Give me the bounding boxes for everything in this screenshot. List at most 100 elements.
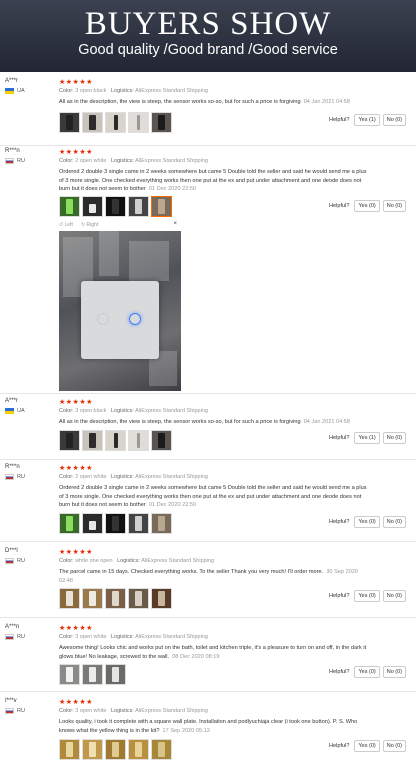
helpful-yes-button[interactable]: Yes (1) [354,114,380,126]
review-photo[interactable] [105,430,126,451]
review-country: RU [5,708,25,714]
helpful-yes-button[interactable]: Yes (0) [354,590,380,602]
touch-switch-panel [81,281,159,359]
ru-flag-icon [5,708,14,714]
review-country: RU [5,474,25,480]
review-photo[interactable] [59,112,80,133]
ru-flag-icon [5,634,14,640]
review-photos [59,430,172,451]
ru-flag-icon [5,558,14,564]
review-photo[interactable] [128,196,149,217]
banner-subtitle: Good quality /Good brand /Good service [78,42,338,58]
review-photos [59,112,172,133]
helpful-label: Helpful? [328,743,350,749]
star-rating: ★★★★★ [59,79,93,86]
review-photo[interactable] [128,588,149,609]
review-text: The parcel came in 15 days. Checked ever… [59,569,359,584]
helpful-controls: Helpful? Yes (0) No (0) [329,516,406,528]
rotate-right-button[interactable]: ↻ Right [81,222,98,228]
helpful-yes-button[interactable]: Yes (0) [354,516,380,528]
review-photo[interactable] [105,588,126,609]
helpful-controls: Helpful? Yes (0) No (0) [329,590,406,602]
photo-viewer: ↺ Left ↻ Right × [59,220,181,391]
review-country: RU [5,634,25,640]
review-meta: Color: 3 open black Logistics: AliExpres… [59,408,208,414]
helpful-controls: Helpful? Yes (0) No (0) [329,666,406,678]
helpful-label: Helpful? [328,593,350,599]
review-author: I***v [5,698,17,704]
helpful-label: Helpful? [328,203,350,209]
review-country: UA [5,88,25,94]
enlarged-photo [59,231,181,391]
review-photo[interactable] [105,664,126,685]
review-text: All as in the description, the view is s… [59,419,351,425]
review-photo[interactable] [128,430,149,451]
star-rating: ★★★★★ [59,399,93,406]
star-rating: ★★★★★ [59,699,93,706]
review-item: A***r UA ★★★★★ Color: 3 open black Logis… [0,396,416,460]
review-photo[interactable] [82,513,103,534]
review-photos [59,513,172,534]
review-photos [59,588,172,609]
review-photo[interactable] [59,430,80,451]
rotate-left-button[interactable]: ↺ Left [59,222,73,228]
review-photos [59,196,172,217]
review-country: RU [5,558,25,564]
review-photo[interactable] [59,739,80,760]
helpful-no-button[interactable]: No (0) [382,114,406,126]
review-photo[interactable] [151,588,172,609]
review-photo[interactable] [59,588,80,609]
helpful-controls: Helpful? Yes (1) No (0) [329,432,406,444]
review-photo[interactable] [82,588,103,609]
review-meta: Color: 2 open white Logistics: AliExpres… [59,158,208,164]
ua-flag-icon [5,408,14,414]
banner-title: BUYERS SHOW [84,6,332,42]
review-photo[interactable] [128,112,149,133]
review-photo[interactable] [59,513,80,534]
review-item: A***n RU ★★★★★ Color: 3 open white Logis… [0,622,416,692]
review-photo[interactable] [105,739,126,760]
review-meta: Color: 3 open white Logistics: AliExpres… [59,634,208,640]
review-item: R***n RU ★★★★★ Color: 2 open white Logis… [0,462,416,542]
review-photo[interactable] [151,112,172,133]
review-photo[interactable] [105,196,126,217]
close-icon[interactable]: × [173,221,177,227]
review-photos [59,739,172,760]
review-photo-selected[interactable] [151,196,172,217]
review-photo[interactable] [105,112,126,133]
helpful-controls: Helpful? Yes (0) No (0) [329,200,406,212]
review-photo[interactable] [151,513,172,534]
review-meta: Color: 3 open black Logistics: AliExpres… [59,88,208,94]
helpful-yes-button[interactable]: Yes (0) [354,740,380,752]
helpful-label: Helpful? [328,519,350,525]
star-rating: ★★★★★ [59,149,93,156]
helpful-yes-button[interactable]: Yes (1) [354,432,380,444]
helpful-label: Helpful? [328,669,350,675]
review-country: UA [5,408,25,414]
review-photo[interactable] [128,513,149,534]
review-meta: Color: 3 open white Logistics: AliExpres… [59,708,208,714]
review-photo[interactable] [105,513,126,534]
review-photo[interactable] [59,664,80,685]
helpful-no-button[interactable]: No (0) [382,432,406,444]
review-photo[interactable] [128,739,149,760]
star-rating: ★★★★★ [59,549,93,556]
ru-flag-icon [5,158,14,164]
helpful-yes-button[interactable]: Yes (0) [354,200,380,212]
review-photo[interactable] [82,739,103,760]
helpful-no-button[interactable]: No (0) [382,590,406,602]
review-photo[interactable] [82,430,103,451]
ua-flag-icon [5,88,14,94]
helpful-yes-button[interactable]: Yes (0) [354,666,380,678]
helpful-no-button[interactable]: No (0) [382,666,406,678]
helpful-controls: Helpful? Yes (0) No (0) [329,740,406,752]
review-photo[interactable] [151,739,172,760]
review-photo[interactable] [59,196,80,217]
helpful-no-button[interactable]: No (0) [382,516,406,528]
helpful-no-button[interactable]: No (0) [382,740,406,752]
review-photo[interactable] [151,430,172,451]
review-photo[interactable] [82,112,103,133]
review-photo[interactable] [82,196,103,217]
review-photo[interactable] [82,664,103,685]
helpful-no-button[interactable]: No (0) [382,200,406,212]
